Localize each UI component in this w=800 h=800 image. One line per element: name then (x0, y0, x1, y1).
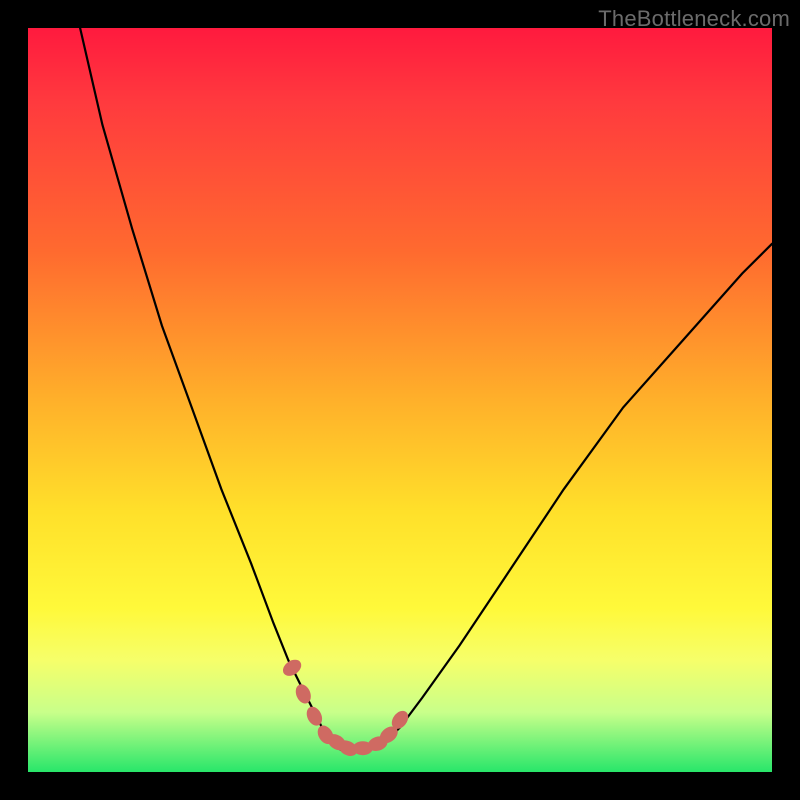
highlight-markers (280, 656, 412, 759)
curve-svg (28, 28, 772, 772)
chart-frame: TheBottleneck.com (0, 0, 800, 800)
bottleneck-curve (80, 28, 772, 750)
highlight-marker (280, 656, 304, 679)
highlight-marker (304, 704, 325, 728)
plot-area (28, 28, 772, 772)
